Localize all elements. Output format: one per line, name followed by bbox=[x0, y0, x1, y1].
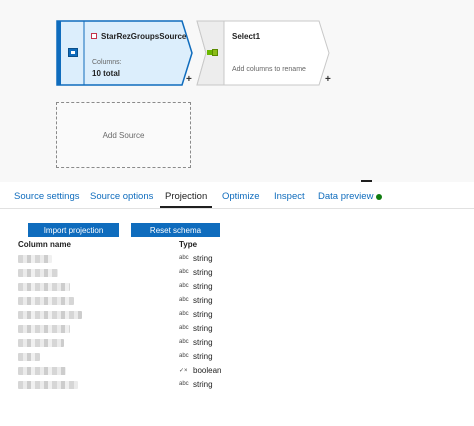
source-node-title: StarRezGroupsSource bbox=[101, 32, 187, 41]
database-icon bbox=[68, 48, 78, 57]
column-type: string bbox=[193, 268, 213, 277]
redacted-column-name bbox=[18, 325, 70, 333]
source-table-icon bbox=[91, 33, 97, 39]
string-type-icon: abc bbox=[179, 297, 189, 303]
string-type-icon: abc bbox=[179, 269, 189, 275]
string-type-icon: abc bbox=[179, 353, 189, 359]
source-columns-value: 10 total bbox=[92, 69, 121, 78]
redacted-column-name bbox=[18, 283, 70, 291]
source-add-transform-button[interactable]: + bbox=[186, 75, 192, 85]
table-row: abc string bbox=[0, 280, 474, 294]
type-header: Type bbox=[179, 240, 198, 249]
panel-resize-handle[interactable] bbox=[361, 180, 372, 182]
tab-source-options[interactable]: Source options bbox=[90, 191, 153, 202]
reset-schema-button[interactable]: Reset schema bbox=[131, 223, 220, 237]
select-node-select1[interactable]: Select1 Add columns to rename bbox=[196, 20, 332, 86]
table-row: ✓× boolean bbox=[0, 364, 474, 378]
string-type-icon: abc bbox=[179, 339, 189, 345]
string-type-icon: abc bbox=[179, 325, 189, 331]
column-type: string bbox=[193, 338, 213, 347]
select-add-transform-button[interactable]: + bbox=[325, 75, 331, 85]
string-type-icon: abc bbox=[179, 311, 189, 317]
table-row: abc string bbox=[0, 266, 474, 280]
redacted-column-name bbox=[18, 311, 82, 319]
select-node-subtitle: Add columns to rename bbox=[232, 66, 306, 73]
import-projection-button[interactable]: Import projection bbox=[28, 223, 119, 237]
redacted-column-name bbox=[18, 255, 52, 263]
tab-optimize[interactable]: Optimize bbox=[222, 191, 259, 202]
select-transform-icon bbox=[207, 48, 218, 57]
settings-tab-bar: Source settings Source options Projectio… bbox=[0, 183, 474, 209]
redacted-column-name bbox=[18, 269, 58, 277]
column-type: string bbox=[193, 310, 213, 319]
source-columns-label: Columns: bbox=[92, 59, 122, 66]
column-type: string bbox=[193, 296, 213, 305]
table-row: abc string bbox=[0, 378, 474, 392]
redacted-column-name bbox=[18, 353, 40, 361]
column-type: string bbox=[193, 324, 213, 333]
table-row: abc string bbox=[0, 336, 474, 350]
dataflow-canvas[interactable]: StarRezGroupsSource Columns: 10 total + … bbox=[0, 0, 474, 182]
table-row: abc string bbox=[0, 294, 474, 308]
select-node-title: Select1 bbox=[232, 32, 261, 41]
column-name-header: Column name bbox=[18, 240, 71, 249]
string-type-icon: abc bbox=[179, 381, 189, 387]
table-row: abc string bbox=[0, 308, 474, 322]
string-type-icon: abc bbox=[179, 283, 189, 289]
add-source-button[interactable]: Add Source bbox=[56, 102, 191, 168]
tab-projection[interactable]: Projection bbox=[165, 191, 207, 202]
boolean-type-icon: ✓× bbox=[179, 368, 188, 374]
string-type-icon: abc bbox=[179, 255, 189, 261]
table-row: abc string bbox=[0, 252, 474, 266]
column-type: string bbox=[193, 282, 213, 291]
redacted-column-name bbox=[18, 339, 64, 347]
column-type: string bbox=[193, 380, 213, 389]
add-source-label: Add Source bbox=[102, 130, 145, 140]
redacted-column-name bbox=[18, 297, 74, 305]
column-type: string bbox=[193, 352, 213, 361]
tab-data-preview[interactable]: Data preview bbox=[318, 191, 373, 202]
source-node-starrezgroupssource[interactable]: StarRezGroupsSource Columns: 10 total bbox=[56, 20, 193, 86]
table-row: abc string bbox=[0, 350, 474, 364]
active-tab-indicator bbox=[160, 206, 212, 208]
table-row: abc string bbox=[0, 322, 474, 336]
column-type: string bbox=[193, 254, 213, 263]
tab-source-settings[interactable]: Source settings bbox=[14, 191, 79, 202]
tab-inspect[interactable]: Inspect bbox=[274, 191, 305, 202]
column-type: boolean bbox=[193, 366, 222, 375]
data-preview-status-icon bbox=[376, 194, 382, 200]
redacted-column-name bbox=[18, 381, 78, 389]
redacted-column-name bbox=[18, 367, 66, 375]
